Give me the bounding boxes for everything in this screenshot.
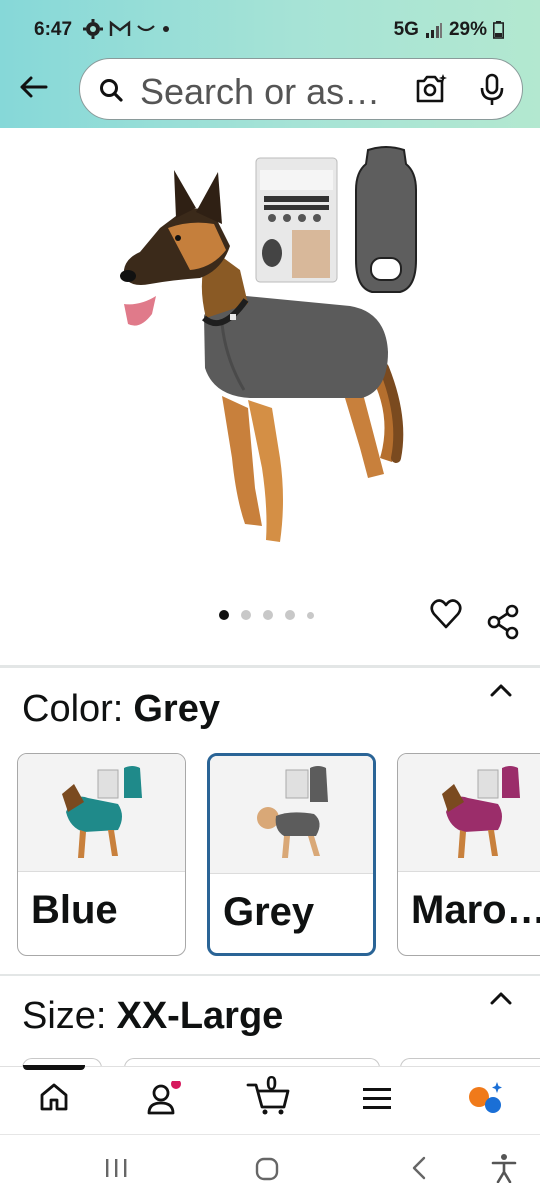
- home-icon: [40, 1083, 68, 1111]
- home-circle-icon: [255, 1157, 279, 1181]
- notification-dot-icon: [163, 26, 169, 32]
- system-navigation-bar: [0, 1134, 540, 1200]
- search-input[interactable]: Search or as…: [140, 71, 380, 113]
- selected-size: XX-Large: [116, 995, 284, 1037]
- color-option-name: Grey: [223, 890, 315, 934]
- color-option-name: Blue: [31, 888, 118, 932]
- cart-count: 0: [266, 1073, 278, 1095]
- amazon-smile-icon: [137, 25, 155, 32]
- color-option-maroon[interactable]: Maro…: [397, 753, 540, 956]
- settings-gear-icon: [83, 19, 103, 39]
- battery-icon: [493, 21, 504, 39]
- color-option-blue[interactable]: Blue: [17, 753, 186, 956]
- chevron-up-icon: [490, 684, 512, 697]
- status-bar: 6:47 5G 29%: [0, 0, 540, 60]
- selected-color: Grey: [133, 688, 220, 730]
- package-image: [255, 157, 338, 283]
- color-option-grey[interactable]: Grey: [207, 753, 376, 956]
- ai-assistant-icon: [469, 1082, 502, 1113]
- color-option-name: Maro…: [411, 888, 540, 932]
- camera-search-icon[interactable]: [414, 73, 448, 105]
- recent-apps-button[interactable]: [104, 1157, 128, 1184]
- size-label: Size:: [22, 995, 107, 1037]
- account-icon: [147, 1079, 181, 1115]
- arrow-left-icon: [20, 76, 48, 98]
- nav-home[interactable]: [38, 1081, 70, 1118]
- chevron-left-icon: [412, 1156, 426, 1180]
- color-selector-label: Color: Grey: [22, 688, 220, 731]
- microphone-icon[interactable]: [478, 73, 506, 107]
- share-icon: [487, 604, 519, 640]
- swatch-image: [18, 754, 185, 872]
- chevron-up-icon: [490, 992, 512, 1005]
- notification-badge: [171, 1079, 181, 1089]
- back-button[interactable]: [14, 68, 52, 106]
- size-collapse-button[interactable]: [489, 990, 513, 1011]
- status-time: 6:47: [34, 19, 73, 40]
- section-divider: [0, 665, 540, 668]
- nav-ai-assistant[interactable]: [466, 1081, 506, 1122]
- pagination-dot[interactable]: [241, 610, 251, 620]
- nav-account[interactable]: [146, 1079, 182, 1122]
- menu-icon: [363, 1088, 391, 1109]
- search-icon: [100, 79, 123, 102]
- active-tab-indicator: [23, 1065, 85, 1070]
- pagination-dot[interactable]: [263, 610, 273, 620]
- system-back-button[interactable]: [410, 1155, 428, 1186]
- accessibility-button[interactable]: [491, 1153, 517, 1188]
- battery-percent: 29%: [448, 19, 487, 40]
- signal-icon: [425, 23, 442, 38]
- pagination-dot[interactable]: [219, 610, 229, 620]
- share-button[interactable]: [486, 604, 520, 645]
- color-label: Color:: [22, 688, 124, 730]
- pagination-dot[interactable]: [285, 610, 295, 620]
- product-image-gallery[interactable]: [0, 128, 540, 668]
- home-button[interactable]: [254, 1156, 280, 1187]
- accessibility-icon: [491, 1154, 517, 1184]
- search-bar[interactable]: Search or as…: [79, 58, 523, 120]
- wishlist-button[interactable]: [430, 599, 462, 634]
- network-type: 5G: [393, 19, 419, 40]
- color-collapse-button[interactable]: [489, 682, 513, 703]
- recent-apps-icon: [106, 1159, 127, 1177]
- heart-icon: [430, 599, 462, 629]
- swatch-image: [398, 754, 540, 872]
- gmail-icon: [109, 20, 131, 36]
- nav-cart[interactable]: 0: [246, 1073, 292, 1120]
- image-pagination[interactable]: [219, 610, 314, 620]
- product-image[interactable]: [0, 128, 540, 598]
- nav-menu[interactable]: [362, 1087, 392, 1116]
- size-selector-label: Size: XX-Large: [22, 995, 283, 1038]
- bottom-navigation: 0: [0, 1065, 540, 1134]
- suit-flat-image: [355, 146, 417, 293]
- pagination-dot[interactable]: [307, 611, 314, 619]
- swatch-image: [210, 756, 373, 874]
- section-divider: [0, 974, 540, 976]
